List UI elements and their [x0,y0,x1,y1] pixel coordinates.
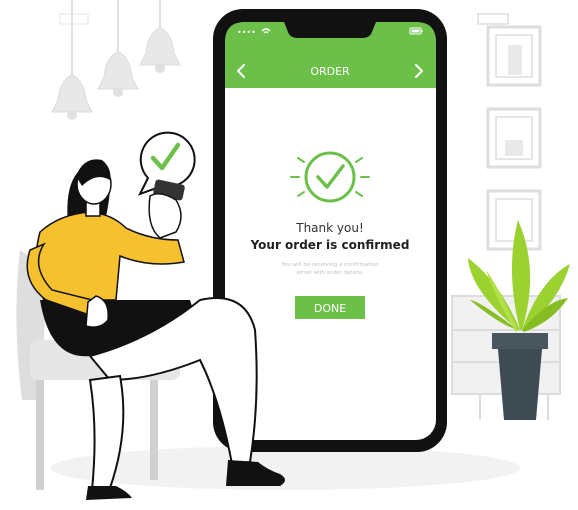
nav-title: ORDER [310,65,350,78]
order-confirmation-illustration: •••• ORDER Thank you! Your order is conf… [16,0,570,500]
phone-notch [284,22,376,38]
order-confirmed-heading: Your order is confirmed [250,238,410,252]
wall-frames [477,13,542,251]
thank-you-text: Thank you! [295,221,364,235]
done-button-label: DONE [314,302,346,315]
hanging-lamps [51,0,181,120]
confirmation-note-line-1: You will be receiving a confirmation [280,262,379,268]
confirmation-note-line-2: email with order details. [297,270,364,276]
done-button[interactable]: DONE [295,296,365,319]
signal-indicator: •••• [237,28,256,37]
